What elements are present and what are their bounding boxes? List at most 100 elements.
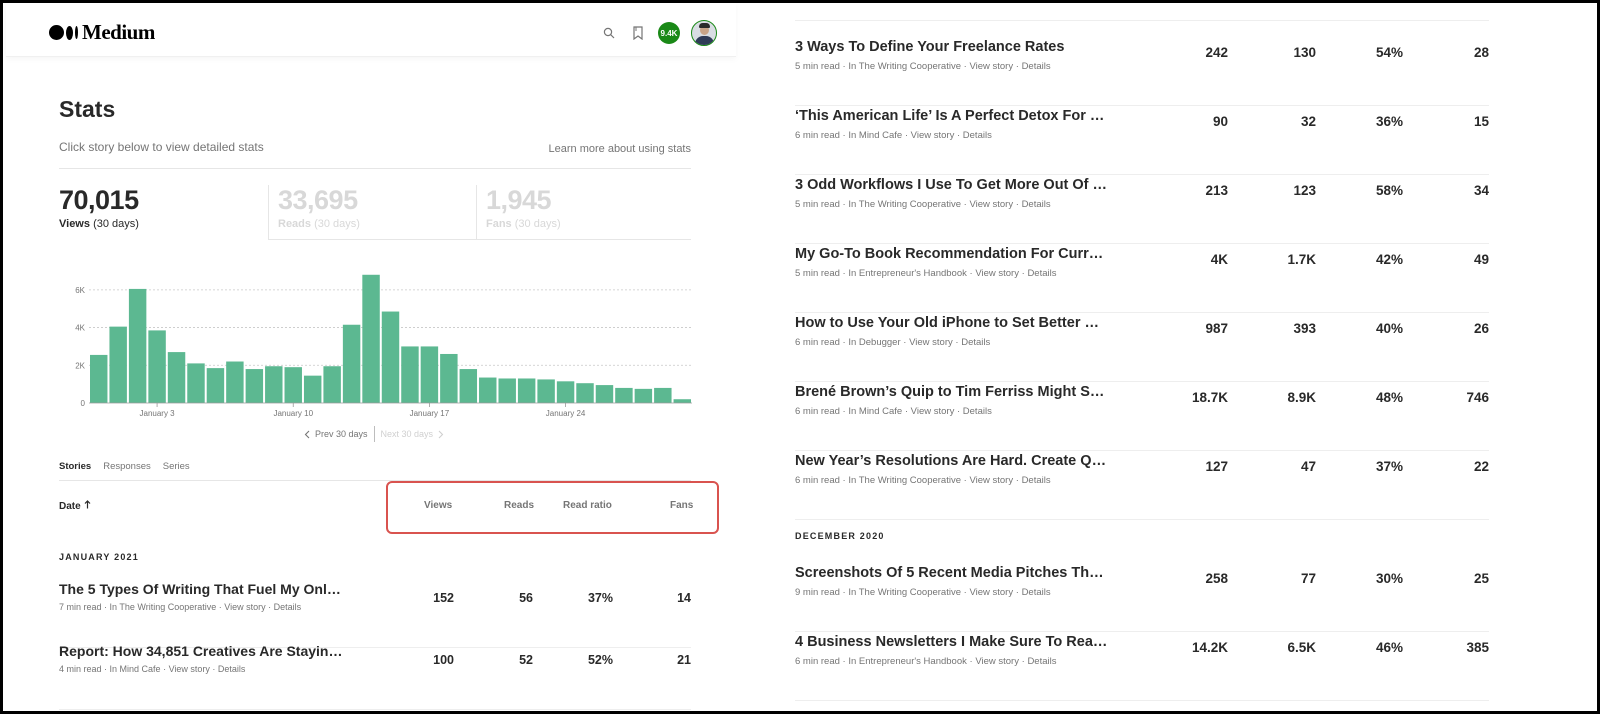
publication-link[interactable]: In The Writing Cooperative (848, 199, 961, 210)
chart-bar[interactable] (420, 346, 439, 403)
story-title[interactable]: The 5 Types Of Writing That Fuel My Onli… (59, 581, 344, 597)
story-row[interactable]: The 5 Types Of Writing That Fuel My Onli… (59, 581, 691, 648)
learn-more-link[interactable]: Learn more about using stats (549, 143, 691, 155)
details-link[interactable]: Details (963, 406, 992, 417)
chart-bar[interactable] (440, 353, 458, 403)
view-story-link[interactable]: View story (975, 656, 1019, 667)
chart-bar[interactable] (576, 383, 594, 403)
search-icon[interactable] (600, 24, 618, 42)
chart-bar[interactable] (517, 378, 536, 403)
chart-bar[interactable] (128, 288, 147, 403)
story-row[interactable]: Brené Brown’s Quip to Tim Ferriss Might … (795, 384, 1489, 451)
details-link[interactable]: Details (1022, 475, 1051, 486)
story-title[interactable]: Screenshots Of 5 Recent Media Pitches Th… (795, 565, 1108, 581)
publication-link[interactable]: In Debugger (848, 337, 900, 348)
metric-fans[interactable]: 1,945 Fans (30 days) (476, 185, 691, 240)
publication-link[interactable]: In The Writing Cooperative (848, 61, 961, 72)
chart-bar[interactable] (245, 369, 264, 403)
chart-bar[interactable] (284, 367, 302, 403)
next-30-days-button[interactable]: Next 30 days (375, 429, 445, 439)
tab-series[interactable]: Series (163, 461, 190, 480)
chart-bar[interactable] (634, 388, 653, 403)
publication-link[interactable]: In The Writing Cooperative (848, 587, 961, 598)
details-link[interactable]: Details (1022, 61, 1051, 72)
view-story-link[interactable]: View story (169, 664, 210, 674)
chart-bar[interactable] (479, 377, 497, 403)
view-story-link[interactable]: View story (969, 587, 1013, 598)
story-row[interactable]: 4 Business Newsletters I Make Sure To Re… (795, 634, 1489, 701)
story-row[interactable]: New Year’s Resolutions Are Hard. Create … (795, 453, 1489, 520)
chart-bar[interactable] (459, 369, 478, 403)
chart-bar[interactable] (362, 274, 380, 403)
details-link[interactable]: Details (1027, 268, 1056, 279)
medium-logo[interactable]: Medium (49, 20, 155, 45)
story-row[interactable]: Screenshots Of 5 Recent Media Pitches Th… (795, 565, 1489, 632)
chart-bar[interactable] (206, 368, 225, 403)
chart-bar[interactable] (187, 363, 205, 403)
chart-bar[interactable] (595, 385, 614, 403)
story-title[interactable]: Report: How 34,851 Creatives Are Staying… (59, 643, 344, 659)
metric-reads[interactable]: 33,695 Reads (30 days) (268, 185, 476, 240)
sort-by-date-button[interactable]: Date (59, 500, 91, 512)
chart-bar[interactable] (148, 330, 166, 403)
chart-bar[interactable] (615, 387, 633, 403)
prev-30-days-button[interactable]: Prev 30 days (304, 426, 375, 442)
story-row[interactable]: 3 Ways To Define Your Freelance Rates 5 m… (795, 39, 1489, 106)
view-story-link[interactable]: View story (224, 602, 265, 612)
publication-link[interactable]: In Mind Cafe (110, 664, 161, 674)
chart-bar[interactable] (265, 366, 283, 403)
details-link[interactable]: Details (1022, 587, 1051, 598)
bookmark-icon[interactable] (629, 24, 647, 42)
chart-bar[interactable] (226, 361, 244, 403)
user-avatar[interactable] (691, 20, 717, 46)
story-title[interactable]: 3 Ways To Define Your Freelance Rates (795, 39, 1108, 55)
details-link[interactable]: Details (1027, 656, 1056, 667)
details-link[interactable]: Details (1022, 199, 1051, 210)
publication-link[interactable]: In The Writing Cooperative (110, 602, 217, 612)
view-story-link[interactable]: View story (909, 337, 953, 348)
view-story-link[interactable]: View story (975, 268, 1019, 279)
story-title[interactable]: 4 Business Newsletters I Make Sure To Re… (795, 634, 1108, 650)
story-title[interactable]: Brené Brown’s Quip to Tim Ferriss Might … (795, 384, 1108, 400)
chart-bar[interactable] (401, 346, 419, 403)
tab-stories[interactable]: Stories (59, 461, 91, 480)
view-story-link[interactable]: View story (911, 406, 955, 417)
story-title[interactable]: 3 Odd Workflows I Use To Get More Out Of… (795, 177, 1108, 193)
chart-bar[interactable] (90, 354, 108, 403)
chart-bar[interactable] (498, 378, 516, 403)
publication-link[interactable]: In Entrepreneur's Handbook (848, 656, 967, 667)
story-row[interactable]: How to Use Your Old iPhone to Set Better… (795, 315, 1489, 382)
chart-bar[interactable] (303, 375, 322, 403)
publication-link[interactable]: In Mind Cafe (848, 406, 902, 417)
story-row[interactable]: 3 Odd Workflows I Use To Get More Out Of… (795, 177, 1489, 244)
notification-count-badge[interactable]: 9.4K (658, 22, 680, 44)
chart-bar[interactable] (323, 366, 341, 403)
chart-bar[interactable] (537, 379, 555, 403)
details-link[interactable]: Details (961, 337, 990, 348)
details-link[interactable]: Details (218, 664, 246, 674)
view-story-link[interactable]: View story (911, 130, 955, 141)
view-story-link[interactable]: View story (969, 475, 1013, 486)
story-row[interactable]: ‘This American Life’ Is A Perfect Detox … (795, 108, 1489, 175)
publication-link[interactable]: In The Writing Cooperative (848, 475, 961, 486)
story-title[interactable]: My Go-To Book Recommendation For Curre… (795, 246, 1108, 262)
details-link[interactable]: Details (274, 602, 302, 612)
chart-bar[interactable] (673, 399, 691, 403)
chart-bar[interactable] (167, 352, 186, 403)
publication-link[interactable]: In Entrepreneur's Handbook (848, 268, 967, 279)
view-story-link[interactable]: View story (969, 61, 1013, 72)
details-link[interactable]: Details (963, 130, 992, 141)
metric-views[interactable]: 70,015 Views (30 days) (59, 185, 267, 240)
story-title[interactable]: New Year’s Resolutions Are Hard. Create … (795, 453, 1108, 469)
chart-bar[interactable] (556, 381, 575, 403)
publication-link[interactable]: In Mind Cafe (848, 130, 902, 141)
chart-bar[interactable] (654, 387, 672, 403)
chart-bar[interactable] (381, 311, 400, 403)
view-story-link[interactable]: View story (969, 199, 1013, 210)
chart-bar[interactable] (342, 324, 361, 403)
tab-responses[interactable]: Responses (103, 461, 151, 480)
chart-bar[interactable] (109, 326, 127, 403)
story-title[interactable]: ‘This American Life’ Is A Perfect Detox … (795, 108, 1108, 124)
story-row[interactable]: My Go-To Book Recommendation For Curre… 5… (795, 246, 1489, 313)
story-title[interactable]: How to Use Your Old iPhone to Set Better… (795, 315, 1108, 331)
